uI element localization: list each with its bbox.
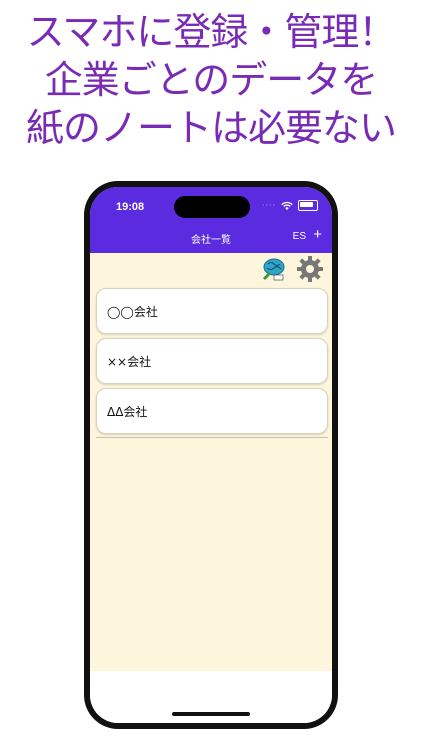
signal-dots-icon: ···· xyxy=(261,201,276,210)
toolbar xyxy=(260,255,324,283)
phone-frame: 19:08 ···· 会社一覧 ES + ◯◯会社 ××会社 ΔΔ会社 xyxy=(84,181,338,729)
navigation-bar: 19:08 ···· 会社一覧 ES + xyxy=(90,187,332,253)
list-divider xyxy=(96,437,328,438)
wifi-icon xyxy=(281,201,293,210)
phone-screen: 19:08 ···· 会社一覧 ES + ◯◯会社 ××会社 ΔΔ会社 xyxy=(90,187,332,723)
company-item[interactable]: ◯◯会社 xyxy=(96,288,328,334)
headline-line-1: スマホに登録・管理！ xyxy=(26,10,397,54)
add-button[interactable]: + xyxy=(313,227,322,242)
status-icons: ···· xyxy=(262,200,318,211)
company-name: ◯◯会社 xyxy=(107,304,158,319)
home-indicator[interactable] xyxy=(172,712,250,716)
brain-icon[interactable] xyxy=(260,256,286,282)
company-list: ◯◯会社 ××会社 ΔΔ会社 xyxy=(96,288,328,438)
headline-line-3: 紙のノートは必要ない xyxy=(25,106,397,150)
company-name: ××会社 xyxy=(107,354,152,369)
company-item[interactable]: ××会社 xyxy=(96,338,328,384)
battery-icon xyxy=(298,200,318,211)
company-name: ΔΔ会社 xyxy=(107,404,148,419)
headline-line-2: 企業ごとのデータを xyxy=(44,58,379,102)
promo-headline: スマホに登録・管理！ 企業ごとのデータを 紙のノートは必要ない xyxy=(0,8,422,152)
company-item[interactable]: ΔΔ会社 xyxy=(96,388,328,434)
status-time: 19:08 xyxy=(116,201,145,213)
gear-icon[interactable] xyxy=(296,255,324,283)
dynamic-island xyxy=(174,196,250,218)
es-button[interactable]: ES xyxy=(293,231,306,242)
